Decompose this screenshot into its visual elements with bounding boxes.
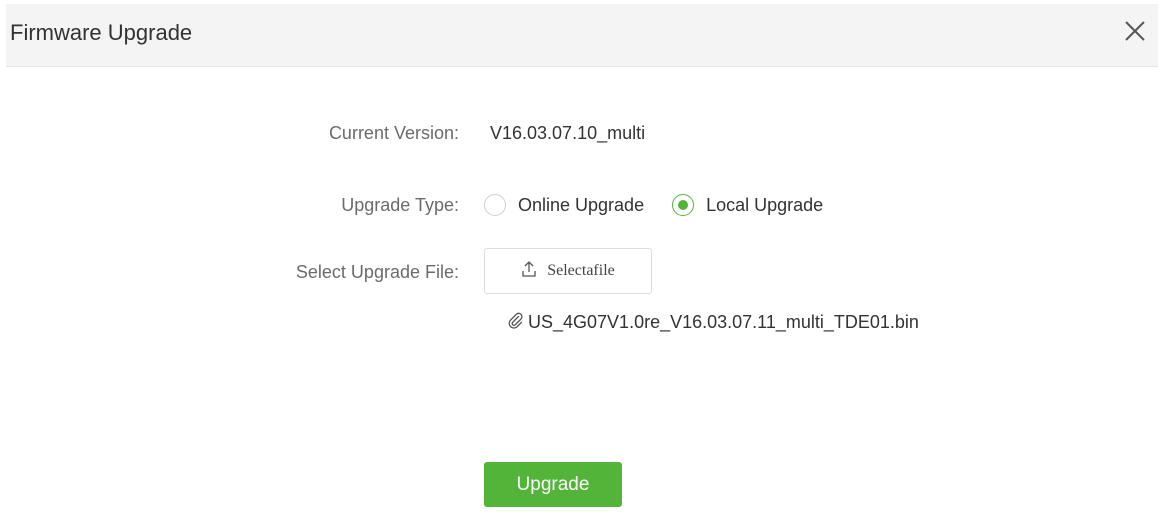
firmware-upgrade-dialog: Firmware Upgrade Current Version: V16.03… <box>6 4 1158 517</box>
select-file-button[interactable]: Selectafile <box>484 248 652 294</box>
dialog-header: Firmware Upgrade <box>6 4 1158 67</box>
radio-local-upgrade-label: Local Upgrade <box>706 194 824 215</box>
close-button[interactable] <box>1120 16 1150 46</box>
selected-file: US_4G07V1.0re_V16.03.07.11_multi_TDE01.b… <box>506 311 919 334</box>
current-version-label: Current Version: <box>328 123 459 143</box>
radio-online-upgrade[interactable]: Online Upgrade <box>484 194 644 216</box>
current-version-value: V16.03.07.10_multi <box>490 123 646 143</box>
select-file-label: Select Upgrade File: <box>295 262 459 282</box>
selected-file-name: US_4G07V1.0re_V16.03.07.11_multi_TDE01.b… <box>528 312 919 332</box>
radio-unchecked-icon[interactable] <box>484 194 506 216</box>
radio-checked-icon[interactable] <box>672 194 695 216</box>
upgrade-type-radio-group: Online Upgrade Local Upgrade <box>484 189 851 221</box>
upload-icon <box>521 260 537 283</box>
select-file-button-label: Selectafile <box>547 262 615 279</box>
radio-online-upgrade-label: Online Upgrade <box>518 194 645 215</box>
paperclip-icon <box>506 311 524 334</box>
dialog-title: Firmware Upgrade <box>10 20 193 45</box>
radio-local-upgrade[interactable]: Local Upgrade <box>672 194 823 216</box>
upgrade-type-label: Upgrade Type: <box>341 195 459 215</box>
upgrade-button[interactable]: Upgrade <box>484 462 622 507</box>
close-icon <box>1125 21 1145 41</box>
